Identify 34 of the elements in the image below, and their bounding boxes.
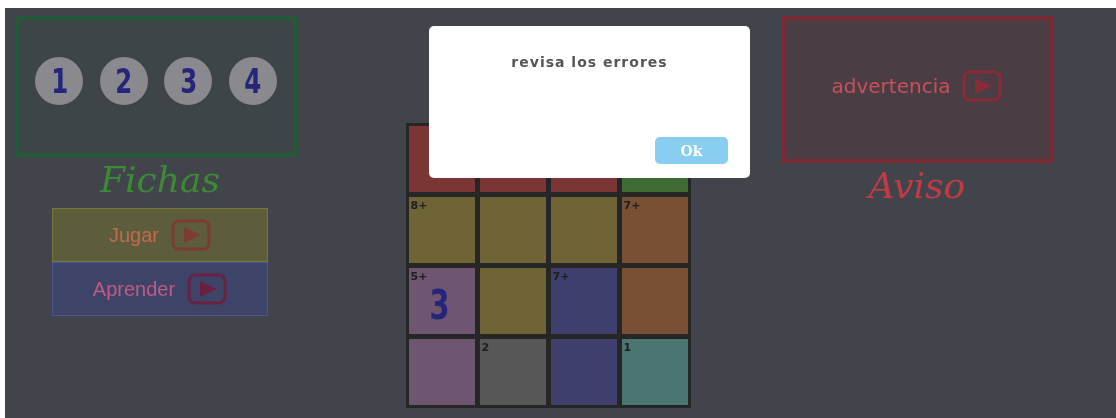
dialog-message: revisa los errores (510, 54, 669, 70)
board-cell[interactable]: 7+ (621, 197, 688, 263)
panel-caption: Aviso (865, 165, 967, 206)
board-cell[interactable] (479, 197, 546, 263)
cage-label: 7+ (623, 199, 641, 212)
board-cell[interactable]: 7+ (550, 268, 617, 334)
play-icon (171, 219, 211, 251)
number-chip[interactable]: 1 (35, 56, 84, 105)
panel-caption: Fichas (98, 159, 221, 200)
number-chip[interactable]: 2 (99, 56, 148, 105)
cage-label: 5+ (410, 270, 428, 283)
board-cell[interactable] (479, 268, 546, 334)
board-cell[interactable] (621, 268, 688, 334)
board-cell[interactable] (550, 339, 617, 405)
play-button[interactable]: Jugar (52, 208, 268, 262)
number-chip[interactable]: 3 (164, 56, 213, 105)
play-icon (962, 69, 1003, 102)
ok-button[interactable]: Ok (655, 137, 728, 164)
warning-label: advertencia (831, 73, 951, 98)
cell-value: 3 (429, 282, 450, 328)
cage-label: 2 (481, 341, 490, 354)
board-cell[interactable] (550, 197, 617, 263)
cage-label: 8+ (410, 199, 428, 212)
play-icon (187, 273, 228, 305)
board-cell[interactable]: 8+ (408, 197, 475, 263)
number-chip[interactable]: 4 (228, 56, 277, 105)
cage-label: 7+ (552, 270, 570, 283)
board-cell[interactable]: 2 (479, 339, 546, 405)
board-cell[interactable] (408, 339, 475, 405)
warning-panel[interactable]: advertencia (781, 16, 1053, 163)
board-cell[interactable]: 5+ 3 (408, 268, 475, 334)
learn-button[interactable]: Aprender (52, 262, 268, 316)
board-cell[interactable]: 1 (621, 339, 688, 405)
cage-label: 1 (623, 341, 632, 354)
